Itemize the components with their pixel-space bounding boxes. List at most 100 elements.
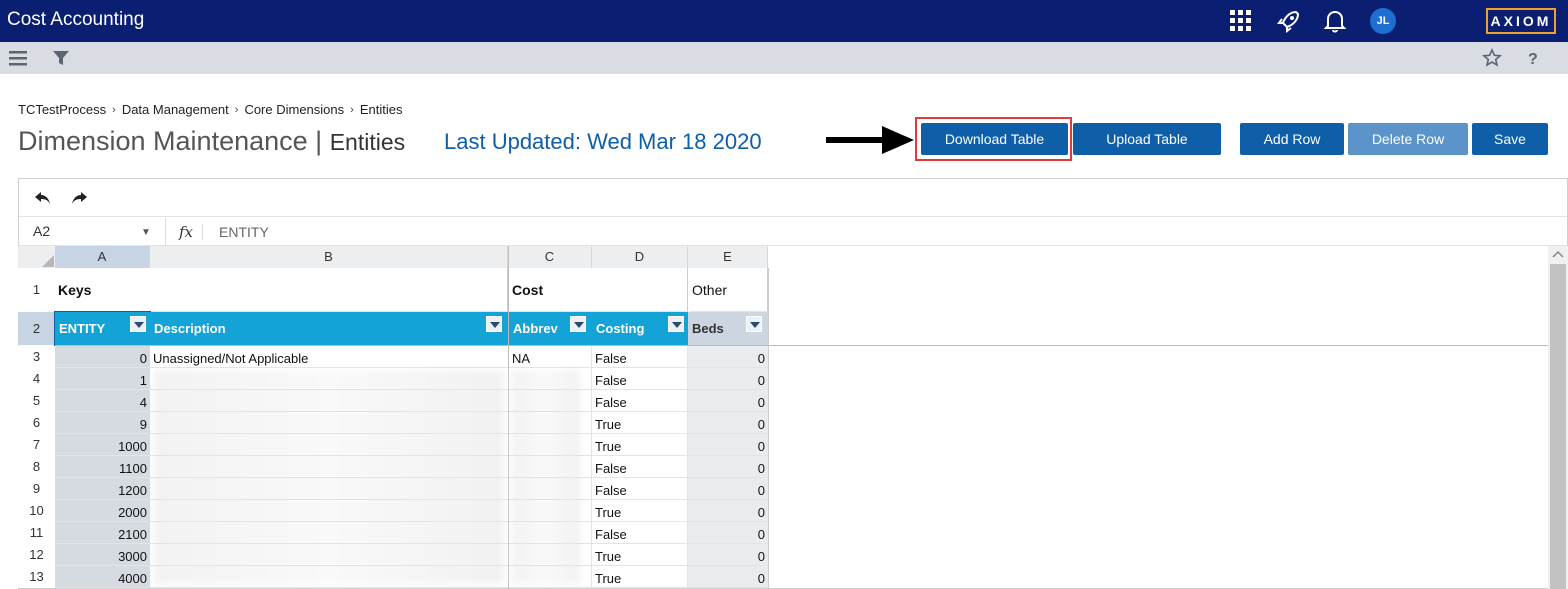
group-header-other[interactable]: Other: [689, 268, 768, 312]
filter-dropdown-icon[interactable]: [668, 316, 684, 332]
cell-beds[interactable]: 0: [688, 478, 768, 500]
cell-description[interactable]: [150, 478, 508, 500]
header-entity[interactable]: ENTITY: [54, 311, 151, 346]
cell-costing[interactable]: True: [592, 434, 688, 456]
cell-abbrev[interactable]: [509, 478, 592, 500]
cell-costing[interactable]: True: [592, 500, 688, 522]
row-header[interactable]: 2: [18, 312, 55, 345]
upload-table-button[interactable]: Upload Table: [1073, 123, 1221, 155]
cell-description[interactable]: Unassigned/Not Applicable: [150, 346, 508, 368]
column-header-b[interactable]: B: [150, 246, 508, 268]
cell-entity[interactable]: 2000: [55, 500, 150, 522]
cell-costing[interactable]: True: [592, 412, 688, 434]
cell-description[interactable]: [150, 412, 508, 434]
cell-entity[interactable]: 4: [55, 390, 150, 412]
cell-abbrev[interactable]: [509, 390, 592, 412]
cell-abbrev[interactable]: [509, 566, 592, 588]
filter-dropdown-icon[interactable]: [486, 316, 502, 332]
cell-beds[interactable]: 0: [688, 522, 768, 544]
cell-beds[interactable]: 0: [688, 434, 768, 456]
cell-entity[interactable]: 4000: [55, 566, 150, 588]
cell-costing[interactable]: True: [592, 566, 688, 588]
bell-icon[interactable]: [1322, 8, 1348, 34]
download-table-button[interactable]: Download Table: [921, 123, 1068, 155]
apps-grid-icon[interactable]: [1228, 8, 1254, 34]
column-header-d[interactable]: D: [592, 246, 688, 268]
cell-entity[interactable]: 0: [55, 346, 150, 368]
formula-input[interactable]: ENTITY: [219, 224, 269, 240]
cell-abbrev[interactable]: [509, 412, 592, 434]
cell-beds[interactable]: 0: [688, 346, 768, 368]
cell-costing[interactable]: False: [592, 522, 688, 544]
column-header-c[interactable]: C: [508, 246, 592, 268]
row-header[interactable]: 9: [18, 478, 55, 500]
cell-description[interactable]: [150, 500, 508, 522]
row-header[interactable]: 5: [18, 390, 55, 412]
cell-entity[interactable]: 2100: [55, 522, 150, 544]
cell-entity[interactable]: 1100: [55, 456, 150, 478]
filter-dropdown-icon[interactable]: [130, 316, 146, 332]
row-header[interactable]: 13: [18, 566, 55, 588]
filter-dropdown-icon[interactable]: [570, 316, 586, 332]
star-icon[interactable]: [1482, 48, 1502, 68]
cell-abbrev[interactable]: [509, 500, 592, 522]
breadcrumb-item[interactable]: TCTestProcess: [18, 102, 106, 117]
cell-abbrev[interactable]: [509, 522, 592, 544]
row-header[interactable]: 7: [18, 434, 55, 456]
cell-costing[interactable]: False: [592, 478, 688, 500]
cell-beds[interactable]: 0: [688, 456, 768, 478]
vertical-scrollbar[interactable]: [1548, 246, 1568, 589]
scroll-up-icon[interactable]: [1552, 249, 1564, 259]
cell-abbrev[interactable]: [509, 544, 592, 566]
cell-costing[interactable]: False: [592, 456, 688, 478]
delete-row-button[interactable]: Delete Row: [1348, 123, 1468, 155]
cell-entity[interactable]: 9: [55, 412, 150, 434]
row-header[interactable]: 12: [18, 544, 55, 566]
cell-entity[interactable]: 1: [55, 368, 150, 390]
undo-icon[interactable]: [33, 189, 53, 207]
row-header[interactable]: 10: [18, 500, 55, 522]
row-header[interactable]: 6: [18, 412, 55, 434]
cell-description[interactable]: [150, 522, 508, 544]
filter-icon[interactable]: [51, 48, 71, 68]
filter-dropdown-icon[interactable]: [746, 316, 762, 332]
cell-description[interactable]: [150, 566, 508, 588]
row-header[interactable]: 3: [18, 346, 55, 368]
row-header[interactable]: 11: [18, 522, 55, 544]
cell-costing[interactable]: True: [592, 544, 688, 566]
header-beds[interactable]: Beds: [688, 312, 768, 345]
column-header-a[interactable]: A: [55, 246, 150, 268]
header-description[interactable]: Description: [150, 312, 508, 345]
column-header-e[interactable]: E: [688, 246, 768, 268]
cell-entity[interactable]: 1000: [55, 434, 150, 456]
redo-icon[interactable]: [69, 189, 89, 207]
cell-entity[interactable]: 3000: [55, 544, 150, 566]
cell-description[interactable]: [150, 544, 508, 566]
rocket-icon[interactable]: [1276, 8, 1302, 34]
name-box[interactable]: A2: [33, 223, 50, 239]
breadcrumb-item[interactable]: Core Dimensions: [244, 102, 344, 117]
row-header[interactable]: 8: [18, 456, 55, 478]
cell-costing[interactable]: False: [592, 346, 688, 368]
cell-description[interactable]: [150, 390, 508, 412]
cell-beds[interactable]: 0: [688, 368, 768, 390]
cell-beds[interactable]: 0: [688, 412, 768, 434]
help-icon[interactable]: ?: [1523, 48, 1543, 68]
scrollbar-thumb[interactable]: [1550, 264, 1566, 589]
cell-costing[interactable]: False: [592, 368, 688, 390]
cell-abbrev[interactable]: [509, 456, 592, 478]
cell-entity[interactable]: 1200: [55, 478, 150, 500]
header-abbrev[interactable]: Abbrev: [509, 312, 592, 345]
save-button[interactable]: Save: [1472, 123, 1548, 155]
cell-description[interactable]: [150, 368, 508, 390]
cell-beds[interactable]: 0: [688, 544, 768, 566]
cell-beds[interactable]: 0: [688, 390, 768, 412]
cell-abbrev[interactable]: NA: [509, 346, 592, 368]
header-costing[interactable]: Costing: [592, 312, 688, 345]
row-header[interactable]: 4: [18, 368, 55, 390]
cell-beds[interactable]: 0: [688, 500, 768, 522]
avatar[interactable]: JL: [1370, 8, 1396, 34]
group-header-keys[interactable]: Keys: [55, 268, 508, 312]
cell-abbrev[interactable]: [509, 434, 592, 456]
cell-abbrev[interactable]: [509, 368, 592, 390]
